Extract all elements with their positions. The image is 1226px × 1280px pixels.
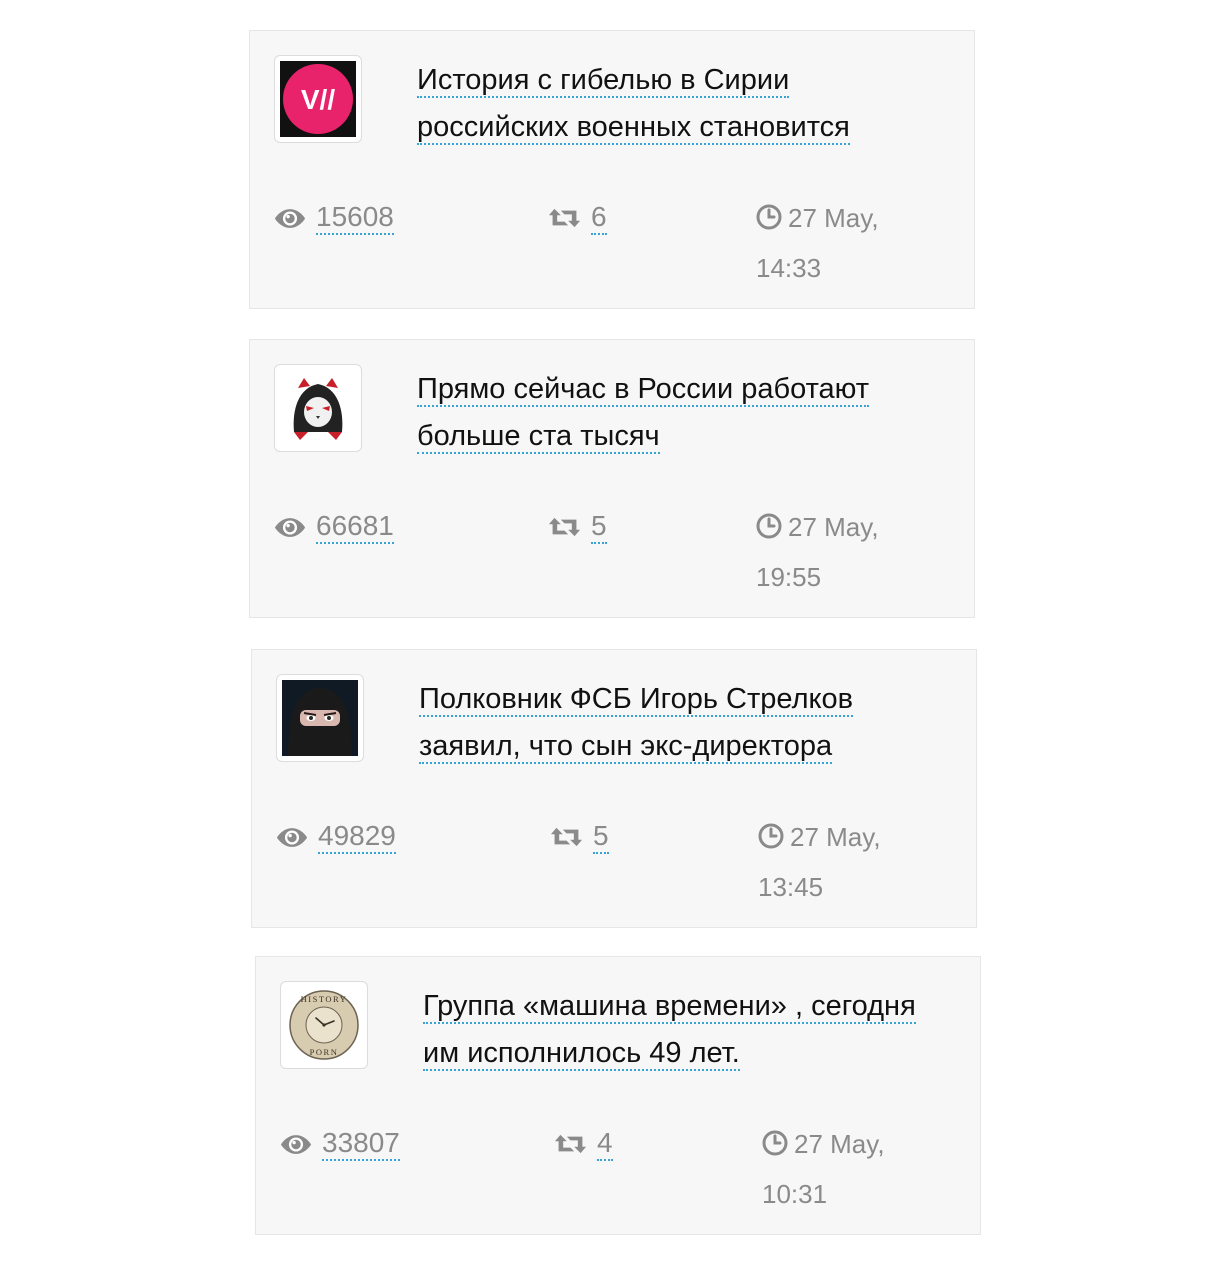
views-count[interactable]: 33807 xyxy=(322,1127,400,1161)
repost-icon xyxy=(550,826,583,848)
post-date-time: 13:45 xyxy=(758,872,824,902)
clock-icon xyxy=(756,507,782,554)
history-clock-icon: HISTORY PORN xyxy=(286,987,362,1063)
post-card[interactable]: Прямо сейчас в России работают больше ст… xyxy=(249,339,975,618)
vice-logo-icon: V// xyxy=(280,61,356,137)
reposts-stat: 6 xyxy=(548,201,607,235)
eye-icon xyxy=(274,517,306,538)
views-count[interactable]: 15608 xyxy=(316,201,394,235)
post-card[interactable]: V// История с гибелью в Сирии российских… xyxy=(249,30,975,309)
views-count[interactable]: 66681 xyxy=(316,510,394,544)
vice-logo-text: V// xyxy=(301,84,335,115)
post-title-link[interactable]: Прямо сейчас в России работают больше ст… xyxy=(417,373,870,454)
post-date-day: 27 May, xyxy=(794,1129,885,1159)
clock-icon xyxy=(758,817,784,864)
reposts-count[interactable]: 5 xyxy=(591,510,607,544)
post-date: 27 May, 19:55 xyxy=(756,504,936,601)
views-count[interactable]: 49829 xyxy=(318,820,396,854)
repost-icon xyxy=(554,1133,587,1155)
post-date-day: 27 May, xyxy=(788,203,879,233)
reposts-count[interactable]: 6 xyxy=(591,201,607,235)
eye-icon xyxy=(274,208,306,229)
clock-icon xyxy=(762,1124,788,1171)
post-card[interactable]: Полковник ФСБ Игорь Стрелков заявил, что… xyxy=(251,649,977,928)
views-stat: 15608 xyxy=(274,201,394,235)
post-date-time: 19:55 xyxy=(756,562,822,592)
channel-avatar[interactable]: V// xyxy=(274,55,362,143)
clock-icon xyxy=(756,198,782,245)
post-title-link[interactable]: История с гибелью в Сирии российских вое… xyxy=(417,64,850,145)
channel-avatar[interactable] xyxy=(276,674,364,762)
repost-icon xyxy=(548,516,581,538)
views-stat: 33807 xyxy=(280,1127,400,1161)
post-date: 27 May, 13:45 xyxy=(758,814,938,911)
post-title: Группа «машина времени» , сегодня им исп… xyxy=(423,983,943,1077)
post-title: Полковник ФСБ Игорь Стрелков заявил, что… xyxy=(419,676,939,770)
views-stat: 66681 xyxy=(274,510,394,544)
hooded-cat-icon xyxy=(280,370,356,446)
post-date-day: 27 May, xyxy=(790,822,881,852)
post-card[interactable]: HISTORY PORN Группа «машина времени» , с… xyxy=(255,956,981,1235)
balaclava-face-icon xyxy=(282,680,358,756)
post-date-time: 10:31 xyxy=(762,1179,828,1209)
post-title: Прямо сейчас в России работают больше ст… xyxy=(417,366,937,460)
reposts-count[interactable]: 5 xyxy=(593,820,609,854)
channel-avatar[interactable] xyxy=(274,364,362,452)
views-stat: 49829 xyxy=(276,820,396,854)
post-date-day: 27 May, xyxy=(788,512,879,542)
eye-icon xyxy=(276,827,308,848)
reposts-stat: 5 xyxy=(548,510,607,544)
post-date: 27 May, 10:31 xyxy=(762,1121,942,1218)
channel-avatar[interactable]: HISTORY PORN xyxy=(280,981,368,1069)
post-title-link[interactable]: Группа «машина времени» , сегодня им исп… xyxy=(423,990,916,1071)
post-date-time: 14:33 xyxy=(756,253,822,283)
post-title-link[interactable]: Полковник ФСБ Игорь Стрелков заявил, что… xyxy=(419,683,854,764)
post-date: 27 May, 14:33 xyxy=(756,195,936,292)
eye-icon xyxy=(280,1134,312,1155)
history-logo-top-text: HISTORY xyxy=(301,994,348,1004)
repost-icon xyxy=(548,207,581,229)
reposts-stat: 4 xyxy=(554,1127,613,1161)
history-logo-bottom-text: PORN xyxy=(310,1047,339,1057)
reposts-stat: 5 xyxy=(550,820,609,854)
reposts-count[interactable]: 4 xyxy=(597,1127,613,1161)
post-title: История с гибелью в Сирии российских вое… xyxy=(417,57,937,151)
